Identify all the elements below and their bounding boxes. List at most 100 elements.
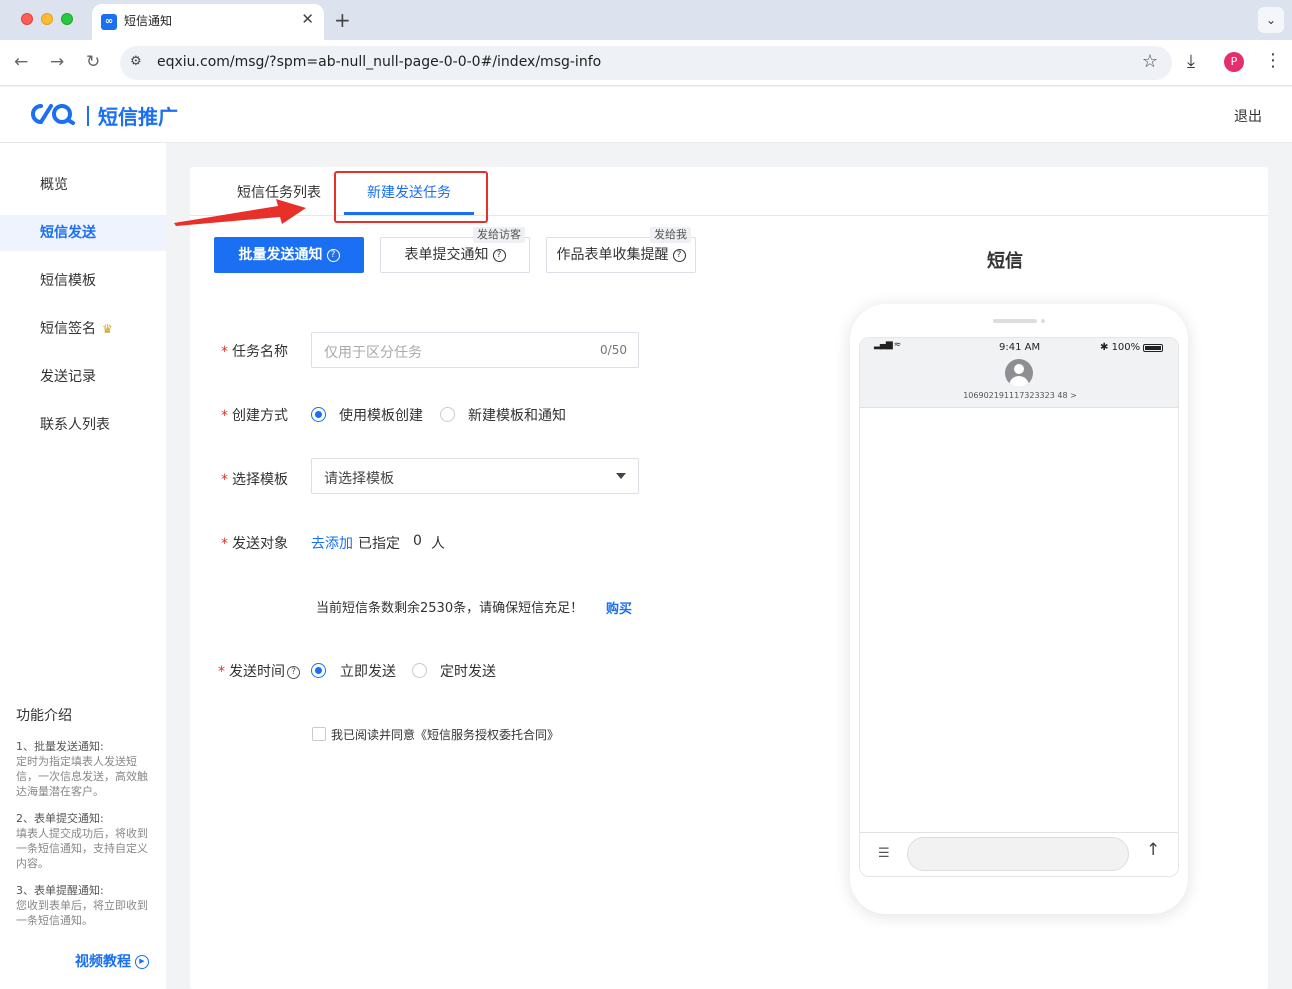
intro-item-desc: 您收到表单后，将立即收到一条短信通知。: [16, 899, 148, 927]
phone-speaker: [993, 319, 1037, 323]
radio-new-template[interactable]: [440, 407, 455, 422]
profile-avatar[interactable]: P: [1224, 52, 1244, 72]
intro-item-desc: 定时为指定填表人发送短信，一次信息发送，高效触达海量潜在客户。: [16, 755, 148, 798]
help-icon[interactable]: ?: [492, 248, 506, 262]
status-time: 9:41 AM: [999, 342, 1041, 353]
sidebar-item-overview[interactable]: 概览: [0, 167, 166, 203]
sidebar-item-contacts[interactable]: 联系人列表: [0, 407, 166, 443]
back-icon[interactable]: ←: [14, 52, 28, 72]
assigned-unit: 人: [431, 536, 445, 552]
help-icon[interactable]: ?: [326, 248, 340, 262]
intro-item-title: 3、表单提醒通知:: [16, 884, 104, 897]
help-icon[interactable]: ?: [672, 248, 686, 262]
phone-camera: [1041, 319, 1045, 323]
new-tab-icon[interactable]: +: [334, 8, 351, 32]
to-me-badge: 发给我: [650, 227, 691, 243]
close-window-button[interactable]: [21, 13, 33, 25]
battery-level: 100%: [1111, 342, 1141, 353]
reload-icon[interactable]: ↻: [86, 52, 100, 72]
list-icon: ☰: [878, 846, 890, 861]
sidebar-item-label: 短信模板: [40, 273, 96, 289]
target-label: * 发送对象: [221, 536, 288, 552]
form-submit-notify-label: 表单提交通知: [404, 247, 489, 263]
url-text: eqxiu.com/msg/?spm=ab-null_null-page-0-0…: [157, 54, 602, 70]
radio-use-template-label[interactable]: 使用模板创建: [339, 405, 423, 425]
visitor-badge: 发给访客: [473, 227, 525, 243]
char-counter: 0/50: [600, 343, 627, 357]
intro-title: 功能介绍: [16, 708, 72, 724]
logout-button[interactable]: 退出: [1234, 106, 1262, 126]
chevron-down-icon: [616, 473, 626, 479]
help-icon[interactable]: ?: [287, 665, 300, 679]
sidebar: 概览 短信发送 短信模板 短信签名 ♛ 发送记录 联系人列表 功能介绍 1、批量发…: [0, 143, 166, 989]
radio-send-now-label[interactable]: 立即发送: [340, 661, 396, 681]
task-name-input[interactable]: 仅用于区分任务 0/50: [311, 332, 639, 368]
form-collect-reminder-label: 作品表单收集提醒: [556, 247, 669, 263]
send-time-label-text: 发送时间: [229, 664, 285, 680]
preview-title: 短信: [987, 251, 1023, 272]
sidebar-item-sms-signature[interactable]: 短信签名 ♛: [0, 311, 166, 347]
assigned-text: 已指定: [358, 536, 400, 552]
template-select-value: 请选择模板: [324, 471, 394, 487]
battery-text: ✱ 100%: [1100, 342, 1141, 353]
radio-send-scheduled-label[interactable]: 定时发送: [440, 661, 496, 681]
crown-icon: ♛: [102, 322, 113, 336]
address-bar: ← → ↻ ⚙ eqxiu.com/msg/?spm=ab-null_null-…: [0, 40, 1292, 86]
radio-new-template-label[interactable]: 新建模板和通知: [468, 405, 566, 425]
batch-notify-button[interactable]: 批量发送通知?: [214, 237, 364, 273]
radio-send-now[interactable]: [311, 663, 326, 678]
browser-menu-icon[interactable]: ⋮: [1264, 50, 1282, 71]
tab-title: 短信通知: [124, 14, 173, 28]
form-collect-reminder-button[interactable]: 发给我 作品表单收集提醒?: [546, 227, 696, 273]
signal-icon: ▂▄▆ ≈: [874, 340, 901, 350]
message-header: ▂▄▆ ≈ 9:41 AM ✱ 100% 106902191117323323 …: [860, 338, 1178, 408]
forward-icon[interactable]: →: [50, 52, 64, 72]
create-method-label-text: 创建方式: [232, 408, 288, 424]
bookmark-star-icon[interactable]: ☆: [1142, 51, 1158, 72]
url-field[interactable]: ⚙ eqxiu.com/msg/?spm=ab-null_null-page-0…: [120, 46, 1172, 80]
template-label: * 选择模板: [221, 472, 288, 488]
sidebar-item-label: 短信发送: [40, 225, 96, 241]
target-label-text: 发送对象: [232, 536, 288, 552]
sidebar-item-sms-send[interactable]: 短信发送: [0, 215, 166, 251]
batch-notify-label: 批量发送通知: [238, 247, 323, 263]
phone-preview: ▂▄▆ ≈ 9:41 AM ✱ 100% 106902191117323323 …: [850, 304, 1188, 914]
task-name-placeholder: 仅用于区分任务: [324, 345, 422, 361]
intro-item: 3、表单提醒通知: 您收到表单后，将立即收到一条短信通知。: [16, 883, 152, 928]
task-name-label-text: 任务名称: [232, 344, 288, 360]
eqxiu-logo-icon[interactable]: [30, 103, 78, 125]
maximize-window-button[interactable]: [61, 13, 73, 25]
template-select[interactable]: 请选择模板: [311, 458, 639, 494]
intro-item-desc: 填表人提交成功后，将收到一条短信通知，支持自定义内容。: [16, 827, 148, 870]
remaining-sms-text: 当前短信条数剩余2530条，请确保短信充足！: [316, 601, 584, 616]
intro-item-title: 1、批量发送通知:: [16, 740, 104, 753]
site-settings-icon[interactable]: ⚙: [130, 54, 142, 69]
contact-avatar-icon: [1005, 359, 1033, 387]
download-icon[interactable]: ⤓: [1187, 51, 1195, 72]
message-input: [907, 837, 1129, 871]
sender-number: 106902191117323323 48 >: [963, 391, 1077, 400]
send-arrow-icon: ↑: [1146, 840, 1161, 860]
assigned-count: 0: [413, 533, 422, 549]
battery-icon: [1143, 344, 1163, 352]
sidebar-item-send-records[interactable]: 发送记录: [0, 359, 166, 395]
sidebar-item-sms-template[interactable]: 短信模板: [0, 263, 166, 299]
tab-search-icon[interactable]: ⌄: [1258, 7, 1284, 33]
send-time-label: * 发送时间?: [218, 661, 300, 681]
minimize-window-button[interactable]: [41, 13, 53, 25]
video-tutorial-link[interactable]: 视频教程 ▶: [75, 951, 149, 971]
sidebar-item-label: 发送记录: [40, 369, 96, 385]
video-tutorial-label: 视频教程: [75, 954, 131, 970]
sidebar-item-label: 联系人列表: [40, 417, 110, 433]
browser-tab[interactable]: ∞ 短信通知 ✕: [92, 4, 324, 40]
form-submit-notify-button[interactable]: 发给访客 表单提交通知?: [380, 227, 530, 273]
agreement-text[interactable]: 我已阅读并同意《短信服务授权委托合同》: [331, 726, 559, 743]
close-tab-icon[interactable]: ✕: [301, 10, 314, 28]
radio-use-template[interactable]: [311, 407, 326, 422]
agreement-checkbox[interactable]: [312, 727, 326, 741]
radio-send-scheduled[interactable]: [412, 663, 427, 678]
add-recipients-link[interactable]: 去添加: [311, 533, 353, 553]
buy-link[interactable]: 购买: [606, 598, 632, 617]
phone-screen: ▂▄▆ ≈ 9:41 AM ✱ 100% 106902191117323323 …: [859, 337, 1179, 877]
logo-divider: [87, 106, 89, 126]
